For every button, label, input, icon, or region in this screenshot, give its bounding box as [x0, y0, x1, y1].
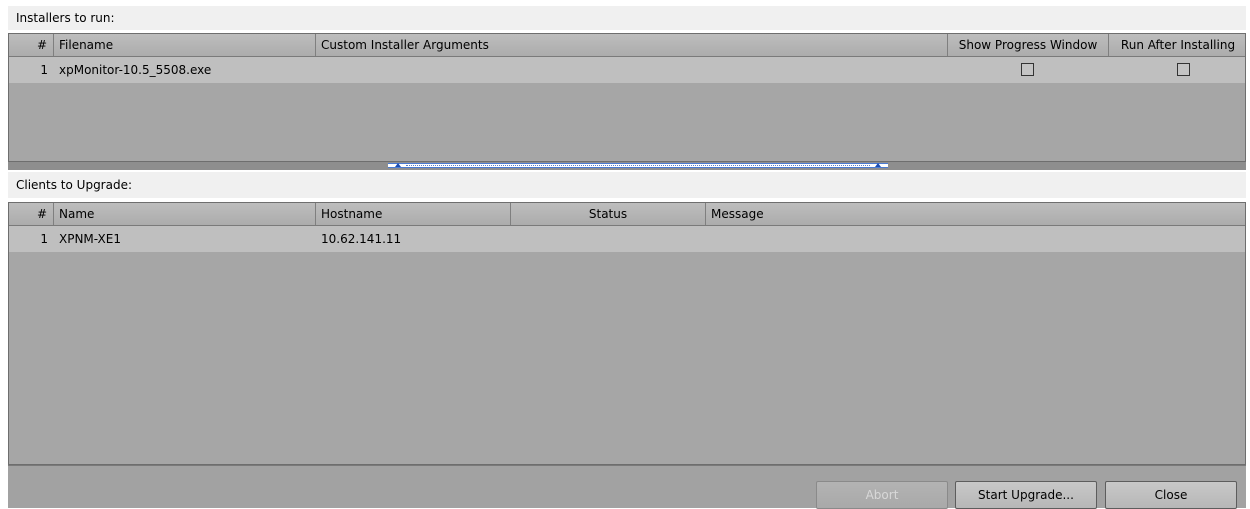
table-row[interactable]: 1 xpMonitor-10.5_5508.exe — [9, 57, 1245, 83]
clients-table-header: # Name Hostname Status Message — [9, 203, 1245, 226]
clients-label-bar — [8, 172, 1246, 198]
clients-section-label: Clients to Upgrade: — [16, 178, 133, 192]
splitter-dots — [406, 165, 870, 167]
column-header-message[interactable]: Message — [706, 203, 1245, 225]
column-header-name[interactable]: Name — [54, 203, 316, 225]
column-header-show-progress[interactable]: Show Progress Window — [948, 34, 1109, 56]
installers-section-label: Installers to run: — [16, 11, 115, 25]
table-row[interactable]: 1 XPNM-XE1 10.62.141.11 — [9, 226, 1245, 252]
row-number: 1 — [40, 232, 48, 246]
abort-button[interactable]: Abort — [816, 481, 948, 509]
installers-label-bar — [8, 6, 1246, 30]
column-header-run-after[interactable]: Run After Installing — [1109, 34, 1245, 56]
installer-filename: xpMonitor-10.5_5508.exe — [59, 63, 212, 77]
column-header-hostname[interactable]: Hostname — [316, 203, 511, 225]
client-name: XPNM-XE1 — [59, 232, 121, 246]
show-progress-checkbox[interactable] — [1021, 63, 1034, 76]
clients-table[interactable]: # Name Hostname Status Message 1 XPNM-XE… — [8, 202, 1246, 465]
column-header-custom-args[interactable]: Custom Installer Arguments — [316, 34, 948, 56]
column-header-number[interactable]: # — [9, 34, 54, 56]
column-header-status[interactable]: Status — [511, 203, 706, 225]
client-message — [711, 226, 1241, 252]
splitter-arrow-up-icon — [875, 163, 881, 167]
row-number: 1 — [40, 63, 48, 77]
splitter-grip[interactable] — [388, 163, 888, 168]
splitter-arrow-up-icon — [395, 163, 401, 167]
close-button[interactable]: Close — [1105, 481, 1237, 509]
installers-table-header: # Filename Custom Installer Arguments Sh… — [9, 34, 1245, 57]
installer-args[interactable] — [321, 57, 941, 83]
start-upgrade-button[interactable]: Start Upgrade... — [955, 481, 1097, 509]
run-after-checkbox[interactable] — [1177, 63, 1190, 76]
column-header-number[interactable]: # — [9, 203, 54, 225]
button-bar: Abort Start Upgrade... Close — [8, 465, 1246, 509]
client-hostname: 10.62.141.11 — [321, 232, 402, 246]
pane-splitter[interactable] — [8, 162, 1246, 170]
installers-table[interactable]: # Filename Custom Installer Arguments Sh… — [8, 33, 1246, 162]
client-status — [516, 226, 704, 252]
column-header-filename[interactable]: Filename — [54, 34, 316, 56]
